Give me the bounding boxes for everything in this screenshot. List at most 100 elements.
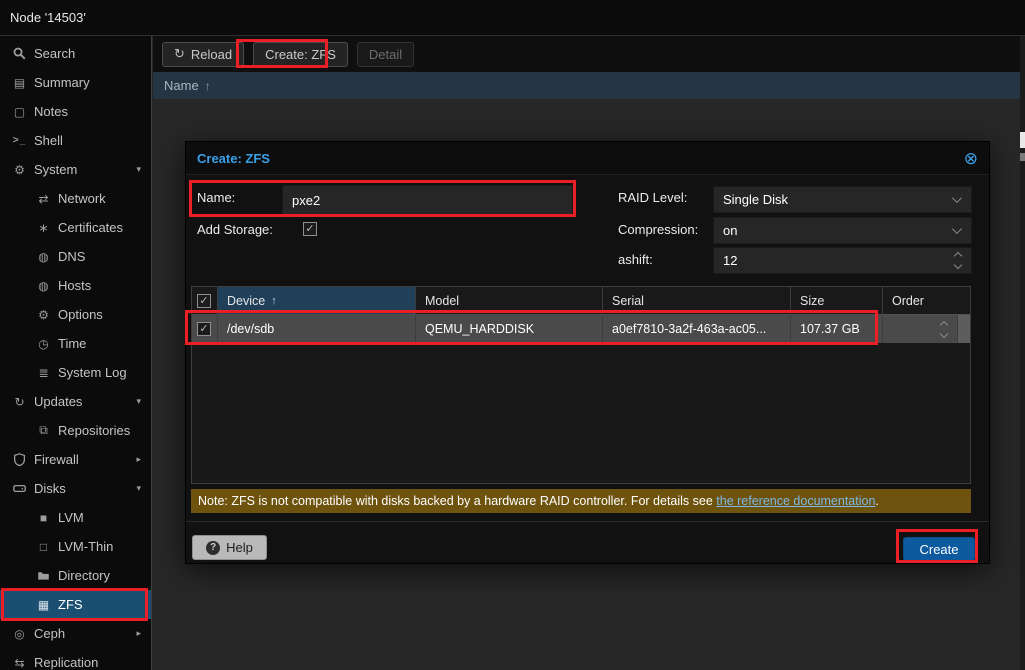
size-cell: 107.37 GB [791,315,883,343]
copy-icon: ⧉ [34,423,53,438]
sidebar-item-dns[interactable]: ◍DNS [0,242,151,271]
grid-scrollbar[interactable] [958,315,971,343]
sidebar-item-lvm-thin[interactable]: □LVM-Thin [0,532,151,561]
sidebar-item-label: Firewall [34,452,79,467]
sidebar-item-label: LVM-Thin [58,539,113,554]
window-titlebar: Node '14503' [0,0,1025,36]
sidebar-item-label: Updates [34,394,82,409]
order-cell[interactable] [883,315,958,343]
select-all-checkbox[interactable]: ✓ [197,294,211,308]
sidebar-item-firewall[interactable]: Firewall ▸ [0,445,151,474]
certificate-icon: ∗ [34,221,53,235]
ceph-icon: ◎ [10,627,29,641]
sidebar-item-summary[interactable]: ▤Summary [0,68,151,97]
create-zfs-button[interactable]: Create: ZFS [253,42,348,67]
row-checkbox-cell[interactable]: ✓ [192,315,218,343]
folder-icon [34,569,53,582]
grid-scrollbar-thumb[interactable] [958,315,971,343]
raid-level-label: RAID Level: [618,183,687,213]
globe-icon: ◍ [34,250,53,264]
spinner-arrows-icon[interactable] [941,322,947,337]
column-header-order[interactable]: Order [883,287,971,315]
search-icon [10,47,29,60]
column-header-model[interactable]: Model [416,287,603,315]
book-icon: ▤ [10,76,29,90]
reload-icon: ↻ [174,46,185,62]
sort-asc-icon: ↑ [205,79,211,93]
close-icon[interactable]: ⊗ [964,150,978,167]
device-table-row[interactable]: ✓/dev/sdbQEMU_HARDDISKa0ef7810-3a2f-463a… [192,315,970,343]
main-list-header[interactable]: Name ↑ [153,72,1025,99]
sidebar-item-label: Directory [58,568,110,583]
compression-select[interactable]: on [713,217,972,244]
row-checkbox[interactable]: ✓ [197,322,211,336]
spinner-arrows-icon[interactable] [955,253,961,268]
create-label: Create [919,542,958,557]
dialog-titlebar[interactable]: Create: ZFS ⊗ [186,142,989,175]
sidebar-item-label: Hosts [58,278,91,293]
column-header-serial[interactable]: Serial [603,287,791,315]
sidebar-item-system[interactable]: ⚙System▾ [0,155,151,184]
note-text: Note: ZFS is not compatible with disks b… [198,494,716,508]
sidebar-item-label: Options [58,307,103,322]
raid-level-select[interactable]: Single Disk [713,186,972,213]
device-grid-body: ✓/dev/sdbQEMU_HARDDISKa0ef7810-3a2f-463a… [192,315,970,343]
sidebar-item-repositories[interactable]: ⧉Repositories [0,416,151,445]
page-scrollbar[interactable] [1020,36,1025,670]
dialog-title: Create: ZFS [197,151,270,166]
sidebar-item-label: LVM [58,510,84,525]
reference-documentation-link[interactable]: the reference documentation [716,494,875,508]
square-icon: ■ [34,511,53,525]
device-grid-header: ✓ Device↑ModelSerialSizeOrder [192,287,970,315]
sidebar-item-directory[interactable]: Directory [0,561,151,590]
sidebar-item-zfs[interactable]: ▦ZFS [0,590,151,619]
create-button[interactable]: Create [903,537,975,561]
sidebar-item-search[interactable]: Search [0,39,151,68]
gear-icon: ⚙ [34,308,53,322]
list-icon: ≣ [34,366,53,380]
sidebar-item-label: Shell [34,133,63,148]
add-storage-checkbox[interactable]: ✓ [303,222,317,236]
help-button[interactable]: ? Help [192,535,267,560]
note-icon: ▢ [10,105,29,119]
shield-icon [10,453,29,466]
network-icon: ⇄ [34,192,53,206]
terminal-icon: >_ [10,135,29,146]
sidebar-item-notes[interactable]: ▢Notes [0,97,151,126]
sidebar-item-label: System [34,162,77,177]
scrollbar-thumb[interactable] [1020,132,1025,148]
device-cell: /dev/sdb [218,315,416,343]
chevron-down-icon[interactable]: ▾ [136,483,141,494]
sidebar-item-options[interactable]: ⚙ Options [0,300,151,329]
sidebar-item-time[interactable]: ◷ Time [0,329,151,358]
sidebar-item-label: Time [58,336,86,351]
chevron-down-icon[interactable] [952,193,962,203]
name-column-header[interactable]: Name [164,78,199,93]
chevron-right-icon[interactable]: ▸ [136,628,141,639]
sidebar-item-disks[interactable]: Disks▾ [0,474,151,503]
chevron-down-icon[interactable] [952,224,962,234]
globe-icon: ◍ [34,279,53,293]
sidebar-item-hosts[interactable]: ◍ Hosts [0,271,151,300]
sidebar-item-system-log[interactable]: ≣System Log [0,358,151,387]
reload-button[interactable]: ↻Reload [162,42,244,67]
sidebar-item-network[interactable]: ⇄Network [0,184,151,213]
select-all-checkbox-cell[interactable]: ✓ [192,287,218,315]
sidebar-item-updates[interactable]: ↻Updates▾ [0,387,151,416]
replication-icon: ⇆ [10,656,29,670]
ashift-spinner[interactable]: 12 [713,247,972,274]
sidebar-item-lvm[interactable]: ■ LVM [0,503,151,532]
sidebar-item-label: Search [34,46,75,61]
sidebar-item-shell[interactable]: >_ Shell [0,126,151,155]
chevron-right-icon[interactable]: ▸ [136,454,141,465]
sidebar-item-certificates[interactable]: ∗Certificates [0,213,151,242]
column-header-size[interactable]: Size [791,287,883,315]
sidebar-item-ceph[interactable]: ◎Ceph▸ [0,619,151,648]
serial-cell: a0ef7810-3a2f-463a-ac05... [603,315,791,343]
clock-icon: ◷ [34,337,53,351]
chevron-down-icon[interactable]: ▾ [136,396,141,407]
chevron-down-icon[interactable]: ▾ [136,164,141,175]
column-header-device[interactable]: Device↑ [218,287,416,315]
name-input[interactable]: pxe2 [282,185,573,215]
sidebar-item-replication[interactable]: ⇆Replication [0,648,151,670]
